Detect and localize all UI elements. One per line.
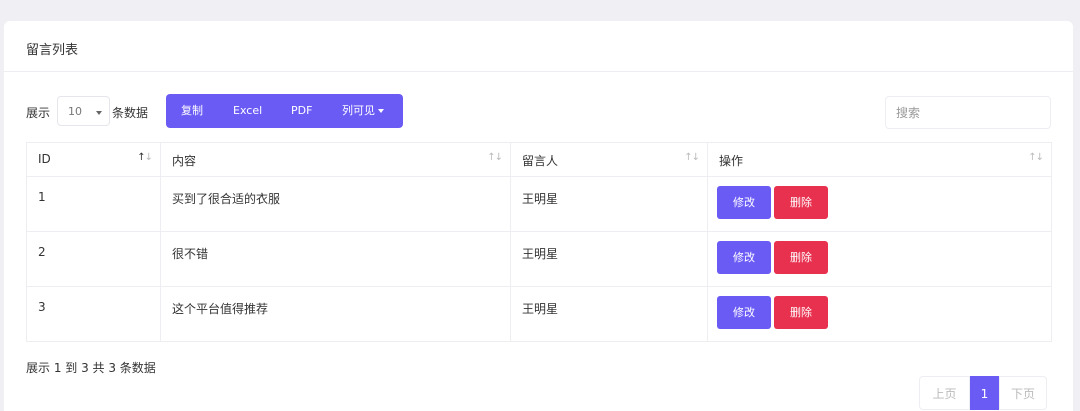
table-row: 2 很不错 王明星 修改 删除 — [26, 231, 1052, 287]
table-toolbar: 展示 10 条数据 复制 Excel PDF 列可见 — [4, 94, 1073, 130]
cell-author: 王明星 — [510, 286, 708, 342]
pdf-button[interactable]: PDF — [291, 94, 312, 128]
sort-icon: ↑↓ — [1028, 152, 1044, 163]
cell-actions: 修改 删除 — [707, 176, 1052, 232]
delete-button[interactable]: 删除 — [774, 296, 828, 329]
cell-content: 很不错 — [160, 231, 511, 287]
edit-button[interactable]: 修改 — [717, 186, 771, 219]
edit-button[interactable]: 修改 — [717, 241, 771, 274]
column-header-label: ID — [38, 152, 51, 166]
page-1-button[interactable]: 1 — [970, 376, 999, 410]
previous-page-button[interactable]: 上页 — [919, 376, 970, 410]
page-length-label: 展示 — [26, 106, 51, 120]
copy-button[interactable]: 复制 — [181, 94, 203, 128]
table-row: 1 买到了很合适的衣服 王明星 修改 删除 — [26, 176, 1052, 232]
message-table: ID ↑↓ 内容 ↑↓ 留言人 ↑↓ 操作 ↑↓ 1 买到了很合适的衣服 王明星… — [26, 142, 1052, 342]
excel-button[interactable]: Excel — [233, 94, 262, 128]
column-header-id[interactable]: ID ↑↓ — [26, 142, 161, 177]
edit-button[interactable]: 修改 — [717, 296, 771, 329]
delete-button[interactable]: 删除 — [774, 241, 828, 274]
caret-down-icon — [378, 109, 384, 113]
message-list-card: 留言列表 展示 10 条数据 复制 Excel PDF 列可见 ID ↑↓ — [4, 21, 1073, 411]
cell-actions: 修改 删除 — [707, 286, 1052, 342]
column-header-content[interactable]: 内容 ↑↓ — [160, 142, 511, 177]
sort-icon: ↑↓ — [684, 152, 700, 163]
chevron-down-icon — [96, 111, 102, 115]
cell-id: 1 — [26, 176, 161, 232]
page-length-select[interactable]: 10 — [57, 96, 110, 126]
column-header-label: 内容 — [172, 154, 197, 168]
table-row: 3 这个平台值得推荐 王明星 修改 删除 — [26, 286, 1052, 342]
cell-id: 3 — [26, 286, 161, 342]
table-info: 展示 1 到 3 共 3 条数据 — [26, 361, 156, 375]
delete-button[interactable]: 删除 — [774, 186, 828, 219]
next-page-button[interactable]: 下页 — [999, 376, 1047, 410]
table-header-row: ID ↑↓ 内容 ↑↓ 留言人 ↑↓ 操作 ↑↓ — [26, 142, 1052, 177]
column-header-author[interactable]: 留言人 ↑↓ — [510, 142, 708, 177]
export-button-group: 复制 Excel PDF 列可见 — [166, 94, 403, 128]
cell-content: 买到了很合适的衣服 — [160, 176, 511, 232]
column-header-label: 操作 — [719, 154, 744, 168]
sort-icon: ↑↓ — [487, 152, 503, 163]
cell-actions: 修改 删除 — [707, 231, 1052, 287]
column-visibility-button[interactable]: 列可见 — [342, 94, 384, 128]
cell-author: 王明星 — [510, 176, 708, 232]
cell-content: 这个平台值得推荐 — [160, 286, 511, 342]
column-header-label: 留言人 — [522, 154, 559, 168]
column-visibility-label: 列可见 — [342, 104, 375, 117]
page-length-suffix: 条数据 — [112, 106, 149, 120]
cell-id: 2 — [26, 231, 161, 287]
card-title: 留言列表 — [4, 21, 1073, 72]
search-input[interactable] — [885, 96, 1051, 129]
page-length-value: 10 — [68, 105, 82, 118]
sort-icon: ↑↓ — [137, 152, 153, 163]
pagination: 上页 1 下页 — [919, 376, 1047, 410]
column-header-actions[interactable]: 操作 ↑↓ — [707, 142, 1052, 177]
cell-author: 王明星 — [510, 231, 708, 287]
